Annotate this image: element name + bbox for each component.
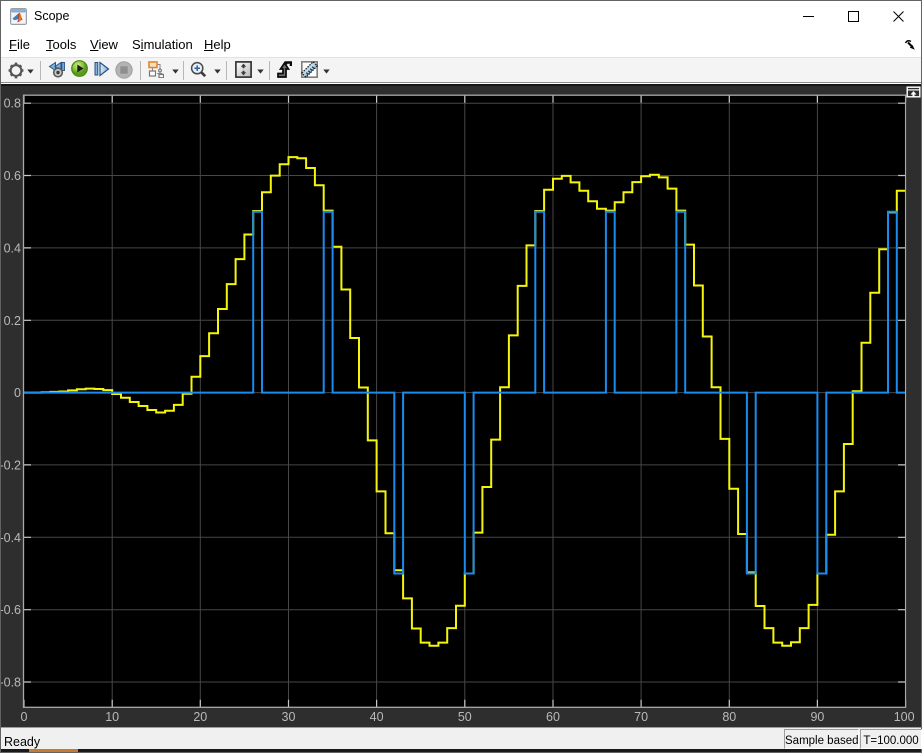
svg-text:-0.8: -0.8 bbox=[1, 676, 21, 690]
svg-text:0.8: 0.8 bbox=[4, 97, 21, 111]
svg-text:-0.6: -0.6 bbox=[1, 603, 21, 617]
svg-text:70: 70 bbox=[634, 710, 648, 724]
svg-text:0: 0 bbox=[14, 386, 21, 400]
svg-text:20: 20 bbox=[193, 710, 207, 724]
svg-text:0.6: 0.6 bbox=[4, 169, 21, 183]
svg-text:80: 80 bbox=[722, 710, 736, 724]
svg-text:60: 60 bbox=[546, 710, 560, 724]
svg-text:40: 40 bbox=[370, 710, 384, 724]
svg-text:10: 10 bbox=[105, 710, 119, 724]
svg-text:30: 30 bbox=[282, 710, 296, 724]
svg-text:0.2: 0.2 bbox=[4, 314, 21, 328]
svg-text:100: 100 bbox=[894, 710, 915, 724]
svg-text:-0.4: -0.4 bbox=[1, 531, 21, 545]
svg-text:90: 90 bbox=[810, 710, 824, 724]
svg-text:50: 50 bbox=[458, 710, 472, 724]
svg-text:-0.2: -0.2 bbox=[1, 458, 21, 472]
svg-text:0: 0 bbox=[21, 710, 28, 724]
svg-text:0.4: 0.4 bbox=[4, 241, 21, 255]
